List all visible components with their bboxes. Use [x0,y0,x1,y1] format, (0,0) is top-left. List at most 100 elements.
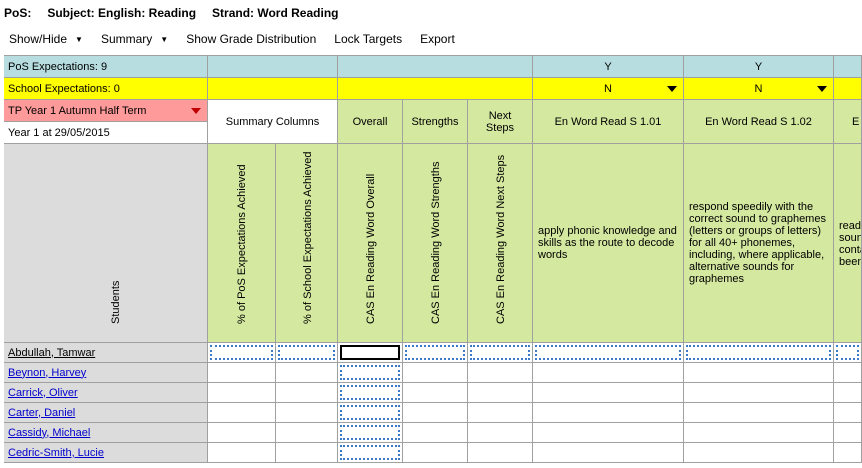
editable-cell-outline [340,405,400,420]
grade-cell[interactable] [684,443,834,463]
grade-cell[interactable] [276,423,338,443]
grade-cell[interactable] [208,383,276,403]
editable-cell-outline [405,345,465,360]
summary-columns-header[interactable]: Summary Columns [208,100,338,144]
student-row: Beynon, Harvey [4,363,208,383]
dropdown-arrow-icon [191,107,201,114]
summary-teal-cell [208,56,338,78]
school-expectations-label: School Expectations: 0 [8,82,120,95]
pct-school-label: % of School Expectations Achieved [302,151,314,324]
grade-cell[interactable] [338,383,403,403]
grade-cell[interactable] [208,443,276,463]
strengths-header[interactable]: Strengths [403,100,468,144]
student-name-link[interactable]: Cedric-Smith, Lucie [8,447,104,459]
grade-cell[interactable] [403,443,468,463]
grade-cell[interactable] [276,443,338,463]
grade-cell[interactable] [208,423,276,443]
objective-2-description: respond speedily with the correct sound … [684,144,834,343]
grade-cell[interactable] [276,403,338,423]
grade-cell[interactable] [468,423,533,443]
year-date-label: Year 1 at 29/05/2015 [8,126,110,139]
objective-1-school-dropdown[interactable]: N [533,78,684,100]
grade-cell[interactable] [338,403,403,423]
cas-strengths-label: CAS En Reading Word Strengths [430,161,442,324]
grade-cell[interactable] [338,363,403,383]
caret-down-icon: ▼ [75,34,83,44]
cas-overall-header[interactable]: CAS En Reading Word Overall [338,144,403,343]
overall-header[interactable]: Overall [338,100,403,144]
grade-cell[interactable] [834,343,862,363]
next-steps-header[interactable]: Next Steps [468,100,533,144]
editable-cell-outline [210,345,273,360]
grade-cell[interactable] [684,383,834,403]
student-name-link[interactable]: Carrick, Oliver [8,387,78,399]
grade-cell[interactable] [208,343,276,363]
grade-cell[interactable] [533,423,684,443]
grade-cell[interactable] [684,363,834,383]
objective-3-school-dropdown[interactable] [834,78,862,100]
summary-label: Summary [100,32,153,46]
summary-columns-label: Summary Columns [225,115,320,128]
cas-strengths-header[interactable]: CAS En Reading Word Strengths [403,144,468,343]
objective-2-pos-flag: Y [684,56,834,78]
pct-school-header[interactable]: % of School Expectations Achieved [276,144,338,343]
dropdown-arrow-icon [817,85,827,92]
title-bar: PoS: Subject: English: Reading Strand: W… [0,0,862,26]
objective-1-description: apply phonic knowledge and skills as the… [533,144,684,343]
grade-cell[interactable] [533,403,684,423]
editable-cell-outline [470,345,530,360]
grade-cell[interactable] [403,403,468,423]
grade-cell[interactable] [403,343,468,363]
grade-cell[interactable] [208,363,276,383]
grade-cell[interactable] [208,403,276,423]
grade-cell[interactable] [468,363,533,383]
grade-cell[interactable] [684,343,834,363]
grade-cell[interactable] [403,423,468,443]
grade-cell[interactable] [834,443,862,463]
grade-cell[interactable] [468,383,533,403]
grade-cell[interactable] [684,403,834,423]
grade-cell[interactable] [468,443,533,463]
lock-targets-button[interactable]: Lock Targets [325,28,411,50]
grade-cell[interactable] [276,343,338,363]
show-hide-menu[interactable]: Show/Hide ▼ [0,28,92,50]
objective-2-school-dropdown[interactable]: N [684,78,834,100]
grade-cell[interactable] [338,443,403,463]
objective-2-header[interactable]: En Word Read S 1.02 [684,100,834,144]
cas-next-steps-header[interactable]: CAS En Reading Word Next Steps [468,144,533,343]
grade-cell[interactable] [403,383,468,403]
grade-cell[interactable] [533,343,684,363]
grade-cell[interactable] [533,383,684,403]
student-name-link[interactable]: Abdullah, Tamwar [8,347,95,359]
grade-cell[interactable] [468,403,533,423]
export-button[interactable]: Export [411,28,464,50]
grade-cell[interactable] [338,343,403,363]
objective-3-header[interactable]: E [834,100,862,144]
student-name-link[interactable]: Cassidy, Michael [8,427,90,439]
student-name-link[interactable]: Beynon, Harvey [8,367,86,379]
editable-cell-outline [340,385,400,400]
grade-cell[interactable] [338,423,403,443]
grade-cell[interactable] [403,363,468,383]
grade-cell[interactable] [276,363,338,383]
student-name-link[interactable]: Carter, Daniel [8,407,75,419]
grade-cell[interactable] [533,363,684,383]
editable-cell-outline [340,445,400,460]
objective-1-header[interactable]: En Word Read S 1.01 [533,100,684,144]
school-flag-value: N [754,82,763,95]
grade-cell[interactable] [834,363,862,383]
grade-cell[interactable] [834,403,862,423]
show-grade-distribution-button[interactable]: Show Grade Distribution [177,28,325,50]
grade-cell[interactable] [468,343,533,363]
overall-label: Overall [352,115,388,128]
grade-cell[interactable] [834,383,862,403]
pct-pos-header[interactable]: % of PoS Expectations Achieved [208,144,276,343]
term-dropdown[interactable]: TP Year 1 Autumn Half Term [4,100,208,122]
students-header[interactable]: Students [4,144,208,343]
grade-cell[interactable] [834,423,862,443]
grade-cell[interactable] [684,423,834,443]
summary-menu[interactable]: Summary ▼ [92,28,177,50]
objective-3-description: read soun conta been [834,144,862,343]
grade-cell[interactable] [276,383,338,403]
grade-cell[interactable] [533,443,684,463]
